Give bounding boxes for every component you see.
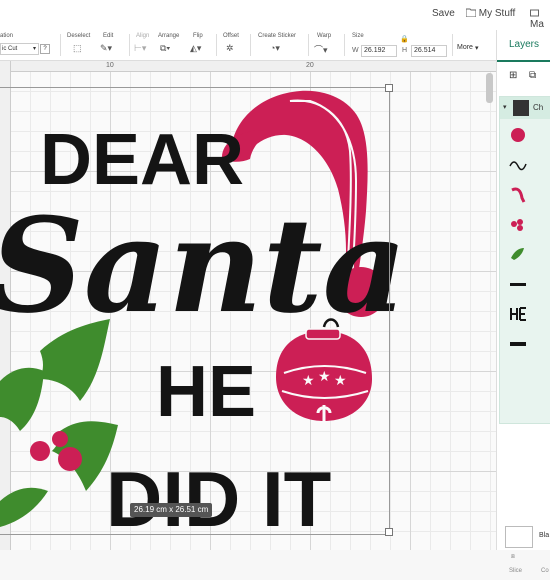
warp-icon: ⌒▾	[314, 45, 328, 55]
warp-button[interactable]: Warp ⌒▾	[314, 33, 340, 59]
layer-row[interactable]	[500, 181, 550, 207]
offset-button[interactable]: Offset ✲	[222, 33, 246, 59]
flip-label: Flip	[193, 33, 203, 39]
layer-row[interactable]	[500, 211, 550, 237]
hat-icon	[508, 184, 528, 204]
tab-layers[interactable]: Layers	[497, 30, 550, 62]
offset-icon: ✲	[226, 43, 234, 53]
deselect-button[interactable]: Deselect ⬚	[67, 33, 91, 59]
save-button[interactable]: Save	[432, 8, 455, 19]
deselect-label: Deselect	[67, 33, 91, 39]
size-group: Size 🔒 W 26.192 H 26.514	[352, 33, 452, 59]
did-it-text-icon	[508, 274, 528, 294]
my-stuff-label: My Stuff	[478, 8, 516, 19]
layer-row[interactable]	[500, 301, 550, 327]
group-icon[interactable]: ⊞	[509, 70, 517, 81]
layers-panel: Layers ⊞ ⧉ ▾ Ch Bla ⧈ Slice Co	[496, 30, 550, 574]
operation-value: ic Cut	[2, 46, 18, 52]
santa-script-icon	[508, 154, 528, 174]
operation-select[interactable]: ic Cut ▾	[0, 43, 39, 55]
divider	[308, 34, 309, 56]
size-label: Size	[352, 33, 364, 39]
warp-label: Warp	[317, 33, 332, 39]
blank-canvas-label: Bla	[539, 532, 550, 539]
dimensions-badge: 26.19 cm x 26.51 cm	[130, 503, 213, 517]
align-label: Align	[136, 33, 150, 39]
resize-handle[interactable]	[385, 528, 393, 536]
layer-group[interactable]: ▾ Ch	[500, 97, 550, 119]
selection-box[interactable]	[0, 87, 390, 535]
create-sticker-button[interactable]: Create Sticker ◔▾	[256, 33, 304, 59]
layer-row[interactable]	[500, 331, 550, 357]
width-input[interactable]: 26.192	[361, 45, 397, 57]
group-thumbnail	[513, 100, 529, 116]
duplicate-icon[interactable]: ⧉	[529, 70, 536, 81]
holly-icon	[508, 244, 528, 264]
align-button[interactable]: Align ⊢▾	[134, 33, 156, 59]
make-label: Ma	[530, 19, 544, 30]
my-stuff-button[interactable]: My Stuff	[465, 8, 516, 19]
group-label: Ch	[533, 103, 544, 112]
divider	[344, 34, 345, 56]
help-button[interactable]: ?	[40, 44, 50, 54]
slice-icon[interactable]: ⧈	[511, 554, 515, 561]
edit-toolbar: ation ic Cut ▾ ? Deselect ⬚ Edit ✎▾ Alig…	[0, 30, 496, 61]
layer-row[interactable]	[500, 241, 550, 267]
combine-label: Co	[541, 568, 549, 574]
chevron-down-icon: ▾	[32, 46, 36, 52]
top-bar: Save My Stuff Ma	[0, 0, 550, 31]
layer-row[interactable]	[500, 151, 550, 177]
align-icon: ⊢▾	[134, 43, 147, 53]
he-text-icon	[508, 304, 528, 324]
folder-icon	[465, 8, 477, 18]
width-label: W	[352, 47, 359, 54]
layer-row[interactable]	[500, 271, 550, 297]
machine-icon	[530, 9, 539, 17]
divider	[250, 34, 251, 56]
divider	[129, 34, 130, 56]
arrange-icon: ⧉▾	[160, 43, 171, 53]
layer-row[interactable]	[500, 121, 550, 147]
layers-list: ▾ Ch	[499, 96, 550, 424]
create-sticker-label: Create Sticker	[258, 33, 297, 39]
edit-label: Edit	[103, 33, 114, 39]
flip-icon: ◭▾	[190, 43, 202, 53]
design-canvas[interactable]: 10 20 ★ ★ ★ DEAR Santa HE DID IT	[0, 61, 496, 550]
berries-icon	[508, 214, 528, 234]
arrange-label: Arrange	[158, 33, 180, 39]
selection-handle[interactable]	[385, 84, 393, 92]
chevron-down-icon: ▾	[475, 45, 479, 52]
deselect-icon: ⬚	[73, 43, 82, 53]
edit-button[interactable]: Edit ✎▾	[100, 33, 126, 59]
bell-icon	[508, 124, 528, 144]
chevron-down-icon: ▾	[503, 104, 507, 111]
divider	[452, 34, 453, 56]
make-button[interactable]: Ma	[530, 8, 550, 30]
sticker-icon: ◔▾	[270, 43, 280, 53]
operation-label: ation	[0, 33, 14, 39]
slice-label: Slice	[509, 568, 523, 574]
dear-text-icon	[508, 334, 528, 354]
panel-bottom-actions: ⧈ Slice Co	[497, 552, 550, 580]
pencil-icon: ✎▾	[100, 43, 113, 53]
divider	[216, 34, 217, 56]
more-button[interactable]: More ▾	[457, 33, 485, 59]
divider	[60, 34, 61, 56]
operation-group: ation ic Cut ▾ ?	[0, 33, 60, 59]
height-label: H	[402, 47, 408, 54]
more-label: More	[457, 44, 473, 51]
offset-label: Offset	[223, 33, 239, 39]
arrange-button[interactable]: Arrange ⧉▾	[158, 33, 184, 59]
layer-actions: ⊞ ⧉	[497, 62, 550, 90]
flip-button[interactable]: Flip ◭▾	[190, 33, 212, 59]
height-input[interactable]: 26.514	[411, 45, 447, 57]
blank-canvas-swatch[interactable]	[505, 526, 533, 548]
lock-icon[interactable]: 🔒	[400, 35, 409, 43]
